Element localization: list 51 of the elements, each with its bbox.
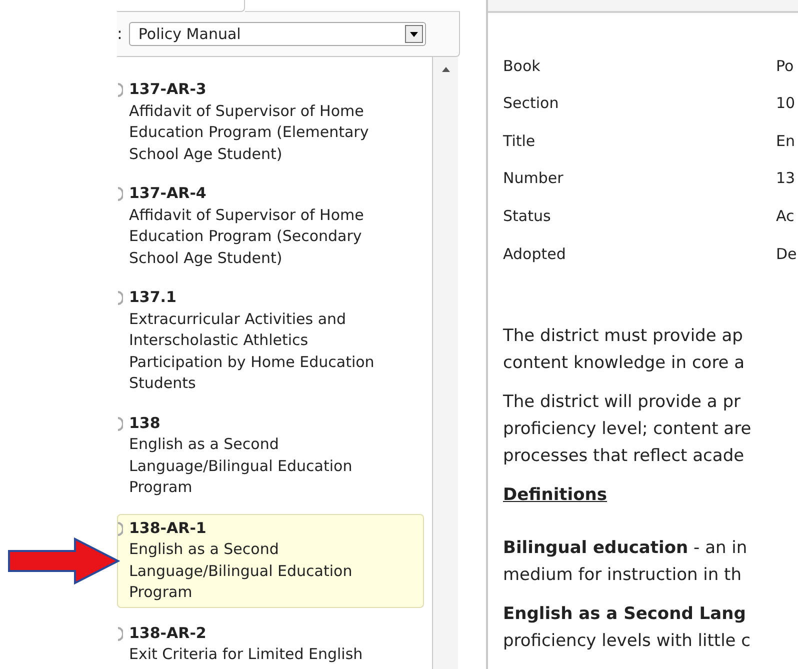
policy-number: 138-AR-2 (129, 622, 208, 644)
body-text-line: The district must provide ap (503, 324, 744, 348)
scroll-up-icon[interactable] (442, 67, 450, 72)
scrollbar[interactable] (432, 57, 458, 669)
policy-number: 138 (129, 412, 162, 434)
body-text-line: The district will provide a pr (503, 390, 742, 414)
policy-number: 138-AR-1 (129, 518, 208, 538)
detail-label: Adopted (503, 244, 567, 265)
dropdown-value: Policy Manual (138, 26, 242, 42)
body-text-line: Bilingual education - an in (503, 536, 748, 560)
policy-item[interactable]: 138-AR-1 English as a Second Language/Bilingual Education Program (117, 514, 424, 608)
policy-title: English as a Second Language/Bilingual Education Program (129, 539, 354, 603)
policy-number: 137.1 (129, 287, 178, 308)
bullet-icon (118, 187, 123, 201)
policy-item[interactable]: 137-AR-4 Affidavit of Supervisor of Home Education Program (Secondary School Age Student) (117, 183, 424, 269)
policy-title: Affidavit of Supervisor of Home Education Program (Secondary School Age Student) (129, 204, 365, 268)
bullet-icon (118, 626, 123, 640)
policy-number: 137-AR-3 (129, 79, 208, 100)
body-text-line: proficiency level; content are (503, 418, 752, 441)
policy-item[interactable]: 137-AR-3 Affidavit of Supervisor of Home Education Program (Elementary School Age Student) (117, 79, 424, 165)
bullet-icon (118, 416, 123, 430)
body-text-line: medium for instruction in th (503, 564, 742, 587)
detail-label: Number (503, 168, 564, 190)
detail-value: 10 (776, 93, 796, 114)
bullet-icon (118, 291, 123, 305)
detail-label: Section (503, 93, 560, 114)
detail-label: Status (503, 206, 552, 227)
bullet-icon (118, 522, 123, 536)
detail-value: Ac (776, 206, 794, 227)
policy-item[interactable]: 137.1 Extracurricular Activities and Interscholastic Athletics Participation by Home Education Students (117, 287, 424, 394)
policy-title: Affidavit of Supervisor of Home Education Program (Elementary School Age Student) (129, 100, 370, 164)
body-text-line: English as a Second Lang (503, 602, 747, 626)
body-text-line: content knowledge in core a (503, 352, 746, 375)
policy-title: Exit Criteria for Limited English (129, 644, 364, 665)
detail-value: En (776, 130, 795, 152)
policy-title: Extracurricular Activities and Interscholastic Athletics Participation by Home Education Students (129, 308, 376, 394)
body-text-line: proficiency levels with little c (503, 630, 752, 653)
policy-item[interactable]: 138 English as a Second Language/Bilingual Education Program (117, 412, 424, 498)
section-heading: Definitions (503, 484, 608, 507)
detail-value: 13 (776, 168, 796, 190)
selector-label: : (117, 26, 122, 42)
body-text-line: processes that reflect acade (503, 444, 746, 468)
policy-item[interactable]: 138-AR-2 Exit Criteria for Limited English (117, 622, 424, 666)
detail-value: Po (776, 56, 794, 77)
bullet-icon (118, 83, 123, 97)
policy-title: English as a Second Language/Bilingual Education Program (129, 434, 354, 498)
detail-label: Book (503, 56, 542, 77)
policy-number: 137-AR-4 (129, 183, 208, 204)
detail-value: De (776, 244, 797, 265)
detail-label: Title (503, 130, 536, 152)
book-dropdown[interactable]: Policy Manual (129, 22, 426, 46)
